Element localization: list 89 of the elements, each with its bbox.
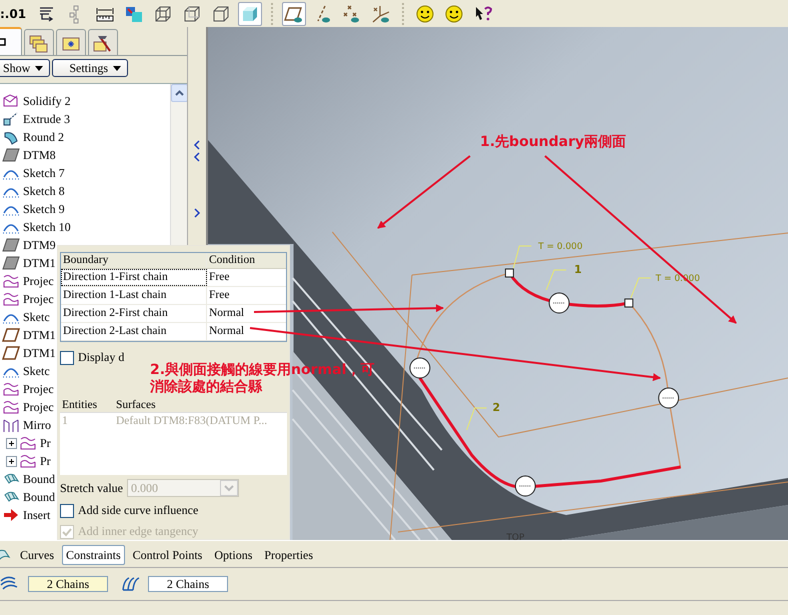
projected-feature-icon: [19, 435, 37, 451]
insert-feature-icon: [2, 507, 20, 523]
curve-leader-line: [546, 270, 567, 290]
model-tree-tab[interactable]: [0, 27, 22, 55]
checkbox-label[interactable]: Add side curve influence: [78, 503, 198, 518]
projected-feature-icon: [2, 291, 20, 307]
folders-tab[interactable]: [24, 29, 54, 55]
checkbox-label[interactable]: Display d: [78, 350, 124, 365]
tree-item[interactable]: DTM9: [23, 238, 56, 252]
boundary-cell[interactable]: Direction 2-Last chain: [61, 323, 207, 340]
boundary-cell[interactable]: Direction 1-Last chain: [61, 287, 207, 304]
tree-item[interactable]: Sketch 9: [23, 202, 65, 216]
navigator-menu-button[interactable]: Show: [0, 59, 50, 77]
curve-leader-line: [466, 408, 488, 430]
condition-cell[interactable]: Normal: [207, 305, 286, 322]
projected-feature-icon: [2, 381, 20, 397]
mirror-feature-icon: [2, 417, 20, 433]
plane-feature-icon: [2, 345, 20, 361]
drag-handle[interactable]: [409, 358, 430, 378]
extrude-feature-icon: [2, 111, 20, 127]
tree-item[interactable]: Projec: [23, 400, 54, 414]
stretch-value-label: Stretch value: [60, 480, 123, 496]
tension-handle[interactable]: [624, 298, 634, 308]
tree-item[interactable]: Insert: [23, 508, 50, 522]
tree-item[interactable]: DTM1: [23, 328, 56, 342]
boundary-cell[interactable]: Direction 1-First chain: [61, 269, 207, 286]
condition-cell[interactable]: Free: [207, 269, 286, 286]
condition-cell[interactable]: Free: [207, 287, 286, 304]
tree-item[interactable]: Pr: [40, 436, 51, 450]
tree-item[interactable]: Sketch 7: [23, 166, 65, 180]
tree-item[interactable]: DTM8: [23, 148, 56, 162]
annotation-text: 1.先boundary兩側面: [480, 134, 626, 151]
checkbox[interactable]: [60, 350, 74, 364]
tree-item[interactable]: Bound: [23, 472, 56, 486]
expand-icon[interactable]: [6, 438, 17, 448]
tree-item[interactable]: DTM1: [23, 346, 56, 360]
second-direction-curves-icon: [120, 575, 140, 593]
drag-handle[interactable]: [514, 476, 536, 496]
tools-tab[interactable]: [88, 29, 118, 55]
tension-handle[interactable]: [504, 268, 514, 278]
dashboard-tab[interactable]: Constraints: [62, 545, 125, 565]
tree-item[interactable]: Sketch 8: [23, 184, 65, 198]
tree-item[interactable]: Sketc: [23, 310, 50, 324]
toolbar-label: :.01: [0, 6, 26, 20]
column-header[interactable]: Boundary: [61, 253, 207, 268]
dashboard-tab[interactable]: Options: [210, 545, 256, 565]
splitter-arrows-icon[interactable]: [193, 139, 201, 219]
tension-leader-line: [512, 246, 532, 268]
drag-handle[interactable]: [658, 388, 680, 408]
dashboard-tab[interactable]: Curves: [16, 545, 58, 565]
table-cell-text: 1: [61, 414, 69, 429]
checkbox[interactable]: [60, 504, 74, 518]
dashboard-tab[interactable]: Control Points: [128, 545, 206, 565]
projected-feature-icon: [19, 453, 37, 469]
condition-cell[interactable]: Normal: [207, 323, 286, 340]
column-header[interactable]: Condition: [207, 253, 286, 268]
caret-icon: [35, 66, 44, 70]
tree-item[interactable]: Sketc: [23, 364, 50, 378]
expand-icon[interactable]: [6, 456, 17, 466]
table-cell-text: Default DTM8:F83(DATUM P...: [116, 414, 268, 429]
tension-leader-line: [630, 278, 652, 298]
drag-handle[interactable]: [548, 292, 570, 314]
datum-feature-icon: [2, 237, 20, 253]
navigator-menu-button[interactable]: Settings: [52, 59, 128, 77]
tree-item[interactable]: Sketch 10: [23, 220, 71, 234]
tree-item[interactable]: DTM1: [23, 256, 56, 270]
projected-feature-icon: [2, 273, 20, 289]
tree-item[interactable]: Mirro: [23, 418, 51, 432]
tree-item[interactable]: Bound: [23, 490, 56, 504]
chain-collector-field[interactable]: 2 Chains: [148, 576, 228, 592]
solidify-feature-icon: [2, 93, 20, 109]
tree-item[interactable]: Pr: [40, 454, 51, 468]
dashboard-tab[interactable]: Properties: [260, 545, 318, 565]
tree-item[interactable]: Projec: [23, 292, 54, 306]
caret-icon: [113, 66, 122, 70]
tree-item[interactable]: Projec: [23, 382, 54, 396]
tree-item[interactable]: Projec: [23, 274, 54, 288]
plane-feature-icon: [2, 327, 20, 343]
datum-feature-icon: [2, 255, 20, 271]
folders-icon[interactable]: [28, 32, 50, 52]
projected-feature-icon: [2, 399, 20, 415]
round-feature-icon: [2, 129, 20, 145]
favorites-tab[interactable]: [56, 29, 86, 55]
tree-item[interactable]: Solidify 2: [23, 94, 71, 108]
boundary-cell[interactable]: Direction 2-First chain: [61, 305, 207, 322]
tree-item[interactable]: Extrude 3: [23, 112, 70, 126]
tree-item[interactable]: Round 2: [23, 130, 64, 144]
datum-feature-icon: [2, 147, 20, 163]
chain-collector-field[interactable]: 2 Chains: [28, 576, 108, 592]
